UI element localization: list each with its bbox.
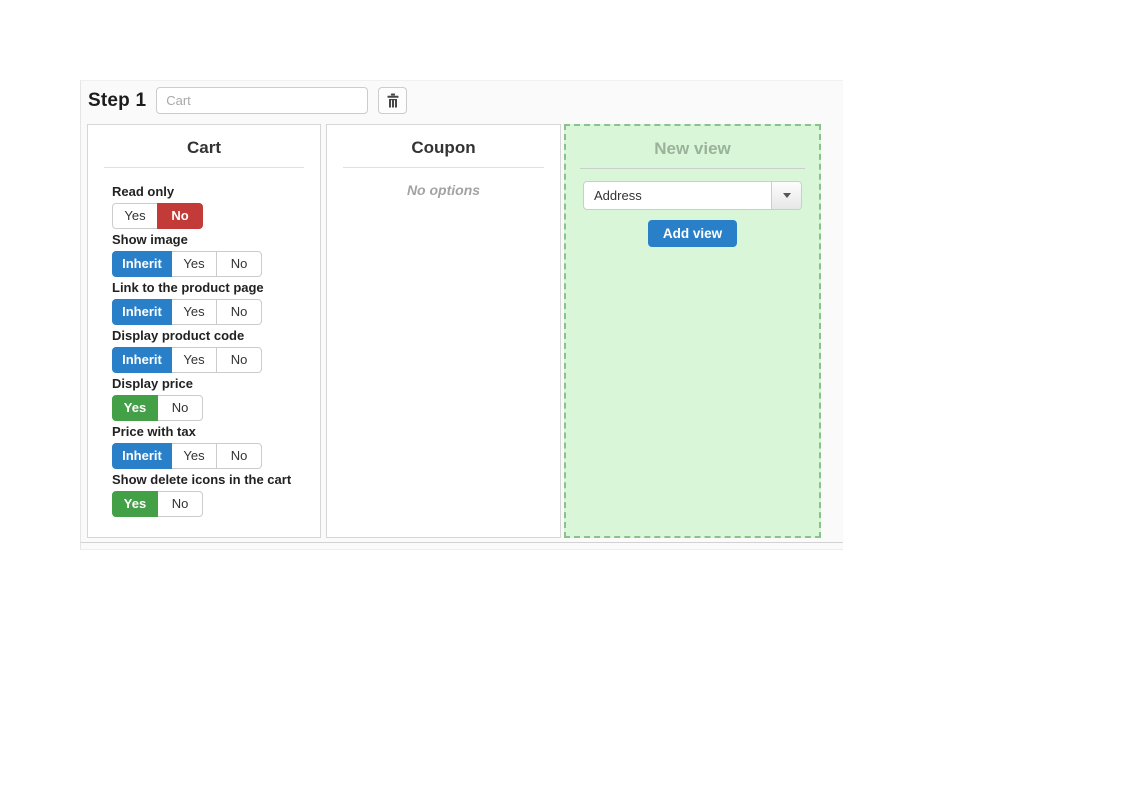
field-show-delete-icons-in-the-cart: Show delete icons in the cart Yes No xyxy=(112,473,320,517)
toggle-group-price-with-tax: Inherit Yes No xyxy=(112,443,262,469)
no-options-text: No options xyxy=(406,182,481,198)
panel-new-view: New view Address Add view xyxy=(564,124,821,538)
step-name-input[interactable] xyxy=(156,87,369,114)
step-header: Step 1 xyxy=(88,87,408,114)
views-row: Cart Read only Yes No Show image Inherit Yes N… xyxy=(87,124,821,538)
cart-fields: Read only Yes No Show image Inherit Yes No Link… xyxy=(112,185,320,517)
toggle-option-link-to-the-product-page-no[interactable]: No xyxy=(216,299,262,325)
panel-coupon-title: Coupon xyxy=(411,138,476,157)
field-label: Display price xyxy=(112,376,193,391)
toggle-group-show-delete-icons-in-the-cart: Yes No xyxy=(112,491,203,517)
panel-new-view-title: New view xyxy=(654,139,731,158)
divider xyxy=(580,168,805,169)
toggle-option-link-to-the-product-page-yes[interactable]: Yes xyxy=(171,299,217,325)
trash-icon xyxy=(386,93,400,108)
field-display-price: Display price Yes No xyxy=(112,377,320,421)
delete-step-button[interactable] xyxy=(378,87,408,114)
view-type-select-toggle[interactable] xyxy=(771,182,801,209)
toggle-option-show-image-no[interactable]: No xyxy=(216,251,262,277)
toggle-option-display-price-yes[interactable]: Yes xyxy=(112,395,158,421)
toggle-option-display-product-code-inherit[interactable]: Inherit xyxy=(112,347,172,373)
view-type-select-value: Address xyxy=(594,188,642,203)
field-label: Read only xyxy=(112,184,175,199)
step-title: Step 1 xyxy=(88,89,147,111)
field-label: Display product code xyxy=(112,328,245,343)
field-display-product-code: Display product code Inherit Yes No xyxy=(112,329,320,373)
toggle-option-show-delete-icons-in-the-cart-no[interactable]: No xyxy=(157,491,203,517)
toggle-option-display-product-code-yes[interactable]: Yes xyxy=(171,347,217,373)
chevron-down-icon xyxy=(782,193,791,198)
toggle-option-display-price-no[interactable]: No xyxy=(157,395,203,421)
add-view-button[interactable]: Add view xyxy=(647,220,738,247)
toggle-option-price-with-tax-no[interactable]: No xyxy=(216,443,262,469)
panel-cart-title: Cart xyxy=(186,138,221,157)
toggle-option-show-image-inherit[interactable]: Inherit xyxy=(112,251,172,277)
field-read-only: Read only Yes No xyxy=(112,185,320,229)
field-label: Link to the product page xyxy=(112,280,264,295)
toggle-option-link-to-the-product-page-inherit[interactable]: Inherit xyxy=(112,299,172,325)
toggle-group-display-product-code: Inherit Yes No xyxy=(112,347,262,373)
field-label: Price with tax xyxy=(112,424,196,439)
field-link-to-the-product-page: Link to the product page Inherit Yes No xyxy=(112,281,320,325)
toggle-group-link-to-the-product-page: Inherit Yes No xyxy=(112,299,262,325)
toggle-option-show-delete-icons-in-the-cart-yes[interactable]: Yes xyxy=(112,491,158,517)
step-container: Step 1 Cart Read xyxy=(80,80,843,543)
toggle-option-price-with-tax-yes[interactable]: Yes xyxy=(171,443,217,469)
panel-cart: Cart Read only Yes No Show image Inherit Yes N… xyxy=(87,124,321,538)
toggle-option-price-with-tax-inherit[interactable]: Inherit xyxy=(112,443,172,469)
next-step-edge xyxy=(80,543,843,550)
field-label: Show image xyxy=(112,232,188,247)
toggle-option-read-only-no[interactable]: No xyxy=(157,203,203,229)
divider xyxy=(343,167,544,168)
toggle-option-show-image-yes[interactable]: Yes xyxy=(171,251,217,277)
toggle-option-read-only-yes[interactable]: Yes xyxy=(112,203,158,229)
panel-coupon: Coupon No options xyxy=(326,124,561,538)
toggle-group-read-only: Yes No xyxy=(112,203,203,229)
field-price-with-tax: Price with tax Inherit Yes No xyxy=(112,425,320,469)
page: Step 1 Cart Read xyxy=(0,0,1122,793)
toggle-group-display-price: Yes No xyxy=(112,395,203,421)
toggle-option-display-product-code-no[interactable]: No xyxy=(216,347,262,373)
toggle-group-show-image: Inherit Yes No xyxy=(112,251,262,277)
field-label: Show delete icons in the cart xyxy=(112,472,292,487)
view-type-select[interactable]: Address xyxy=(583,181,802,210)
field-show-image: Show image Inherit Yes No xyxy=(112,233,320,277)
divider xyxy=(104,167,304,168)
